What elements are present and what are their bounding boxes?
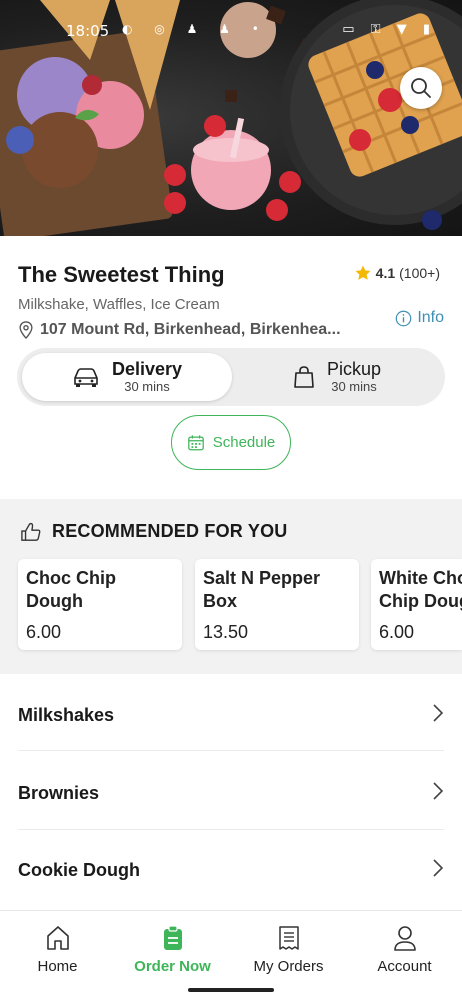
info-link[interactable]: Info (395, 309, 444, 327)
category-label: Milkshakes (18, 705, 115, 725)
nav-label: My Orders (253, 958, 324, 975)
recommended-card[interactable]: Choc Chip Dough 6.00 (18, 559, 182, 650)
item-price: 13.50 (203, 622, 249, 642)
category-row-brownies[interactable]: Brownies (0, 754, 462, 832)
calendar-icon (187, 434, 204, 450)
shopping-bag-icon (294, 366, 314, 388)
person-icon (393, 926, 416, 951)
location-pin-icon (19, 321, 33, 339)
rating-value: 4.1 (375, 265, 396, 281)
nav-my-orders[interactable]: My Orders (231, 925, 346, 975)
schedule-button[interactable]: Schedule (171, 415, 291, 470)
item-name: White Choc Chip Dough (379, 568, 462, 612)
search-icon (411, 78, 431, 98)
category-row-milkshakes[interactable]: Milkshakes (0, 676, 462, 754)
delivery-label: Delivery (111, 359, 183, 380)
status-bar: 18:05 ◐ ◎ ♟ ♟ • ▭ ⚿ ▼ ▮ (0, 0, 462, 64)
item-name: Choc Chip Dough (26, 568, 116, 612)
car-icon (74, 368, 98, 387)
system-status-icons: ▭ ⚿ ▼ ▮ (342, 22, 436, 37)
status-time: 18:05 (66, 22, 110, 40)
item-price: 6.00 (26, 622, 62, 642)
chevron-right-icon (433, 704, 444, 722)
info-icon (395, 310, 412, 326)
home-icon (46, 926, 69, 950)
nav-home[interactable]: Home (0, 925, 115, 975)
schedule-label: Schedule (212, 434, 276, 451)
item-name: Salt N Pepper Box (203, 568, 321, 612)
hero-banner: 18:05 ◐ ◎ ♟ ♟ • ▭ ⚿ ▼ ▮ (0, 0, 462, 236)
divider (18, 750, 444, 751)
store-rating: 4.1 (100+) (354, 264, 440, 282)
receipt-icon (278, 926, 299, 950)
delivery-option[interactable]: Delivery 30 mins (22, 353, 232, 401)
nav-order-now[interactable]: Order Now (115, 925, 230, 975)
chevron-right-icon (433, 859, 444, 877)
chevron-right-icon (433, 782, 444, 800)
recommended-title: RECOMMENDED FOR YOU (52, 521, 288, 541)
info-label: Info (417, 309, 444, 326)
order-icon (163, 925, 182, 950)
nav-label: Account (377, 958, 432, 975)
nav-label: Home (37, 958, 78, 975)
nav-account[interactable]: Account (347, 925, 462, 975)
store-name: The Sweetest Thing (18, 262, 225, 287)
rating-count: (100+) (399, 265, 440, 281)
category-label: Cookie Dough (18, 860, 140, 880)
recommended-card[interactable]: White Choc Chip Dough 6.00 (371, 559, 462, 650)
item-price: 6.00 (379, 622, 415, 642)
notification-icons: ◐ ◎ ♟ ♟ • (122, 22, 268, 36)
recommended-section: RECOMMENDED FOR YOU Choc Chip Dough 6.00… (0, 499, 462, 674)
recommended-header: RECOMMENDED FOR YOU (20, 521, 287, 542)
pickup-option[interactable]: Pickup 30 mins (232, 353, 442, 401)
nav-label: Order Now (134, 958, 211, 975)
store-address: 107 Mount Rd, Birkenhead, Birkenhea... (18, 321, 341, 339)
pickup-label: Pickup (326, 359, 382, 380)
category-row-cookie-dough[interactable]: Cookie Dough (0, 831, 462, 909)
home-indicator[interactable] (188, 988, 274, 992)
star-icon (355, 265, 371, 280)
store-categories: Milkshake, Waffles, Ice Cream (18, 296, 220, 313)
recommended-card[interactable]: Salt N Pepper Box 13.50 (195, 559, 359, 650)
divider (18, 829, 444, 830)
bottom-navigation: Home Order Now My Orders Account (0, 910, 462, 1000)
delivery-time: 30 mins (124, 378, 170, 394)
order-type-toggle: Delivery 30 mins Pickup 30 mins (17, 348, 445, 406)
category-label: Brownies (18, 783, 100, 803)
search-button[interactable] (400, 67, 442, 109)
address-text: 107 Mount Rd, Birkenhead, Birkenhea... (40, 321, 341, 338)
pickup-time: 30 mins (331, 378, 377, 394)
thumbs-up-icon (21, 522, 41, 541)
